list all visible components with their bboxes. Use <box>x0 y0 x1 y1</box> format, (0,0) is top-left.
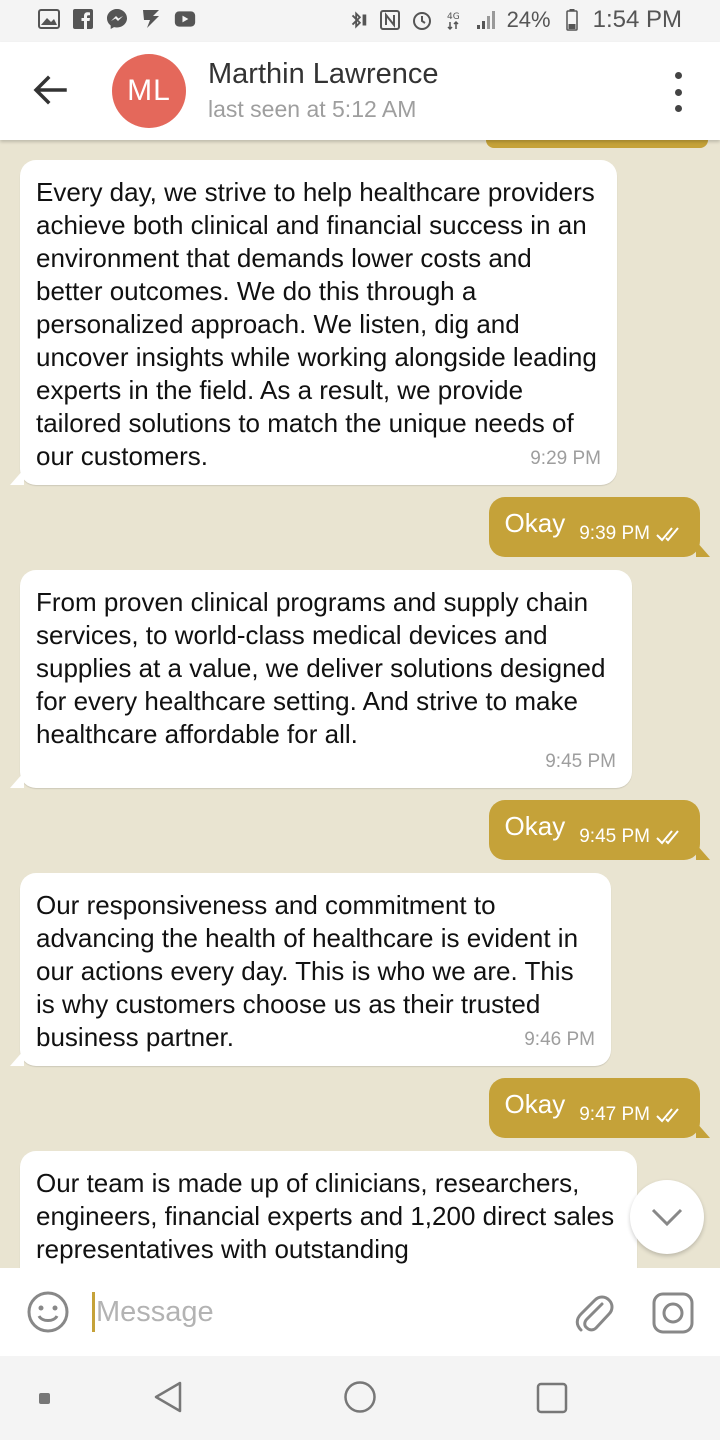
facebook-icon <box>72 8 94 30</box>
last-seen-status: last seen at 5:12 AM <box>208 96 417 122</box>
scroll-to-bottom-button[interactable] <box>630 1180 704 1254</box>
chat-header: ML Marthin Lawrence last seen at 5:12 AM <box>0 42 720 140</box>
triangle-back-icon <box>154 1381 182 1413</box>
message-outgoing[interactable]: Okay 9:39 PM <box>488 497 711 557</box>
nfc-icon <box>379 9 401 31</box>
contact-name[interactable]: Marthin Lawrence <box>208 58 439 91</box>
more-vert-icon <box>674 72 682 79</box>
circle-home-icon <box>344 1381 376 1413</box>
clock: 1:54 PM <box>592 6 682 33</box>
svg-text:4G: 4G <box>447 12 460 22</box>
avatar[interactable]: ML <box>112 54 186 128</box>
text-cursor <box>92 1292 95 1332</box>
message-incoming[interactable]: From proven clinical programs and supply… <box>10 570 632 788</box>
message-text: Okay <box>504 507 566 538</box>
message-text: Okay <box>504 810 566 841</box>
message-time: 9:45 PM <box>545 751 616 772</box>
message-time: 9:45 PM <box>579 826 650 847</box>
status-bar: 4G 24% 1:54 PM <box>0 0 720 42</box>
message-outgoing[interactable]: Okay 9:45 PM <box>488 800 711 860</box>
back-button[interactable] <box>30 70 70 110</box>
alarm-icon <box>411 9 433 31</box>
double-check-icon <box>656 1107 684 1123</box>
message-time: 9:46 PM <box>524 1029 595 1050</box>
camera-button[interactable] <box>652 1292 694 1339</box>
message-input[interactable] <box>96 1288 556 1336</box>
previous-message-edge <box>486 140 708 148</box>
message-list[interactable]: Every day, we strive to help healthcare … <box>0 140 720 1268</box>
message-incoming[interactable]: Our responsiveness and commitment to adv… <box>10 873 611 1066</box>
message-text: From proven clinical programs and supply… <box>36 587 606 749</box>
message-time: 9:47 PM <box>579 1104 650 1125</box>
message-incoming[interactable]: Our team is made up of clinicians, resea… <box>20 1151 637 1268</box>
battery-percent: 24% <box>506 7 551 32</box>
message-incoming[interactable]: Every day, we strive to help healthcare … <box>10 160 617 485</box>
paperclip-icon <box>575 1295 614 1332</box>
more-options-button[interactable] <box>664 72 692 112</box>
message-text: Our team is made up of clinicians, resea… <box>36 1168 615 1264</box>
square-recents-icon <box>536 1382 568 1414</box>
attach-button[interactable] <box>574 1290 614 1339</box>
messenger-icon <box>106 8 128 30</box>
signal-icon <box>475 9 497 31</box>
youtube-icon <box>174 8 196 30</box>
emoji-icon <box>27 1291 69 1333</box>
message-time: 9:39 PM <box>579 523 650 544</box>
gallery-icon <box>38 8 60 30</box>
emoji-button[interactable] <box>26 1290 70 1339</box>
nav-recents-button[interactable] <box>536 1382 568 1419</box>
message-text: Okay <box>504 1088 566 1119</box>
double-check-icon <box>656 526 684 542</box>
message-outgoing[interactable]: Okay 9:47 PM <box>488 1078 711 1138</box>
bluetooth-icon <box>347 9 369 31</box>
battery-icon <box>561 9 583 31</box>
message-time: 9:29 PM <box>530 448 601 469</box>
camera-icon <box>652 1292 694 1334</box>
double-check-icon <box>656 829 684 845</box>
nav-back-button[interactable] <box>152 1380 184 1419</box>
system-nav-bar <box>0 1356 720 1440</box>
message-text: Every day, we strive to help healthcare … <box>36 177 597 471</box>
message-text: Our responsiveness and commitment to adv… <box>36 890 579 1052</box>
nav-home-button[interactable] <box>343 1380 377 1419</box>
chevron-down-icon <box>651 1208 683 1226</box>
flipboard-icon <box>140 8 162 30</box>
dot-icon <box>39 1393 50 1404</box>
message-composer <box>0 1268 720 1356</box>
4g-icon: 4G <box>443 9 465 31</box>
arrow-left-icon <box>33 75 67 105</box>
